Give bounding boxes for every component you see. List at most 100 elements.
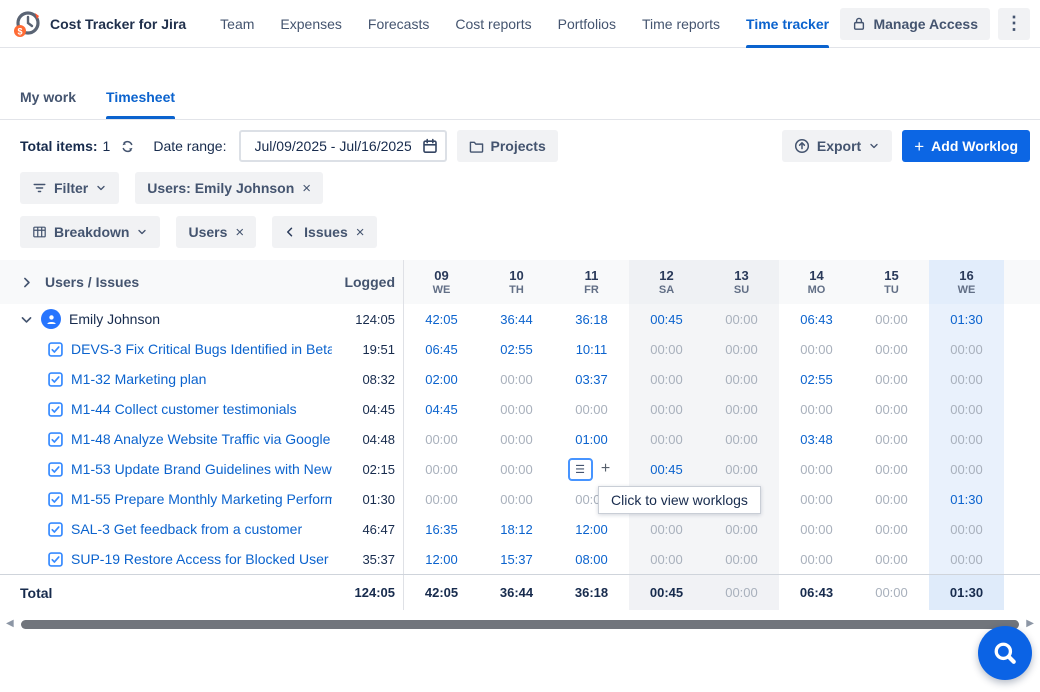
top-nav-right: Manage Access ⋮ — [840, 8, 1030, 40]
help-search-fab[interactable] — [978, 626, 1032, 680]
time-value[interactable]: 36:44 — [500, 312, 533, 327]
add-worklog-button[interactable]: + Add Worklog — [902, 130, 1030, 162]
user-avatar — [41, 309, 61, 329]
time-value[interactable]: 08:00 — [575, 552, 608, 567]
close-icon[interactable]: × — [235, 225, 244, 240]
view-worklogs-button[interactable]: ☰ — [568, 458, 593, 481]
time-value[interactable]: 42:05 — [425, 312, 458, 327]
nav-item-cost-reports[interactable]: Cost reports — [455, 0, 531, 48]
refresh-icon[interactable] — [120, 139, 135, 154]
time-value[interactable]: 02:55 — [800, 372, 833, 387]
total-time-cell: 00:00 — [704, 575, 779, 610]
nav-item-portfolios[interactable]: Portfolios — [558, 0, 616, 48]
breakdown-chip-users[interactable]: Users × — [176, 216, 256, 248]
nav-item-time-reports[interactable]: Time reports — [642, 0, 720, 48]
nav-item-time-tracker[interactable]: Time tracker — [746, 0, 829, 48]
brand: $ Cost Tracker for Jira — [12, 9, 186, 39]
chevron-right-icon[interactable] — [20, 276, 33, 289]
breakdown-button[interactable]: Breakdown — [20, 216, 160, 248]
projects-button[interactable]: Projects — [457, 130, 558, 162]
scrollbar-thumb[interactable] — [21, 620, 1020, 629]
time-value[interactable]: 02:55 — [500, 342, 533, 357]
date-range-input[interactable] — [239, 130, 447, 162]
time-cell: 00:00 — [629, 424, 704, 454]
issue-link[interactable]: M1-44 Collect customer testimonials — [71, 401, 297, 417]
issue-row: M1-53 Update Brand Guidelines with New V… — [0, 454, 1040, 484]
time-value: 00:00 — [800, 342, 833, 357]
total-time-value: 00:00 — [725, 585, 758, 600]
scroll-right-icon[interactable]: ▶ — [1026, 619, 1034, 629]
manage-access-button[interactable]: Manage Access — [840, 8, 990, 40]
scrollbar-track[interactable] — [21, 620, 1020, 629]
nav-item-forecasts[interactable]: Forecasts — [368, 0, 429, 48]
tab-my-work[interactable]: My work — [20, 89, 76, 119]
issue-link[interactable]: M1-32 Marketing plan — [71, 371, 206, 387]
total-items: Total items: 1 — [20, 138, 110, 154]
time-value[interactable]: 15:37 — [500, 552, 533, 567]
date-range-label: Date range: — [153, 138, 226, 154]
task-checkbox-icon — [48, 432, 63, 447]
time-cell: 00:00 — [629, 334, 704, 364]
issue-link[interactable]: SUP-19 Restore Access for Blocked User — [71, 551, 329, 567]
time-value[interactable]: 03:48 — [800, 432, 833, 447]
time-value[interactable]: 01:00 — [575, 432, 608, 447]
scroll-left-icon[interactable]: ◀ — [6, 619, 14, 629]
nav-item-team[interactable]: Team — [220, 0, 254, 48]
time-value[interactable]: 06:45 — [425, 342, 458, 357]
issue-link[interactable]: M1-55 Prepare Monthly Marketing Performa… — [71, 491, 332, 507]
breakdown-chip-issues[interactable]: Issues × — [272, 216, 376, 248]
issue-link[interactable]: SAL-3 Get feedback from a customer — [71, 521, 302, 537]
day-column-header[interactable]: 09WE — [404, 260, 479, 304]
calendar-icon[interactable] — [422, 138, 438, 154]
filter-chip-users[interactable]: Users: Emily Johnson × — [135, 172, 323, 204]
total-label: Total — [0, 575, 332, 610]
time-value: 00:00 — [950, 462, 983, 477]
time-cell: 00:00 — [629, 514, 704, 544]
manage-access-label: Manage Access — [873, 16, 978, 32]
export-button[interactable]: Export — [782, 130, 892, 162]
add-worklog-cell-button[interactable]: + — [596, 458, 616, 481]
time-cell: 15:37 — [479, 544, 554, 574]
issue-link[interactable]: M1-48 Analyze Website Traffic via Google… — [71, 431, 332, 447]
close-icon[interactable]: × — [302, 181, 311, 196]
app-logo: $ — [12, 9, 42, 39]
time-cell: 12:00 — [554, 514, 629, 544]
day-column-header[interactable]: 12SA — [629, 260, 704, 304]
time-value[interactable]: 00:45 — [650, 462, 683, 477]
day-column-header[interactable]: 10TH — [479, 260, 554, 304]
tab-timesheet[interactable]: Timesheet — [106, 89, 175, 119]
time-cell: 00:00 — [854, 454, 929, 484]
kebab-menu-button[interactable]: ⋮ — [998, 8, 1030, 40]
time-value[interactable]: 12:00 — [425, 552, 458, 567]
time-value[interactable]: 36:18 — [575, 312, 608, 327]
issue-link[interactable]: DEVS-3 Fix Critical Bugs Identified in B… — [71, 341, 332, 357]
time-value[interactable]: 06:43 — [800, 312, 833, 327]
breakdown-chip-label: Issues — [304, 224, 348, 240]
chevron-down-icon[interactable] — [20, 313, 33, 326]
issue-link[interactable]: M1-53 Update Brand Guidelines with New V… — [71, 461, 332, 477]
day-column-header[interactable]: 14MO — [779, 260, 854, 304]
day-column-header[interactable]: 13SU — [704, 260, 779, 304]
time-cell: 42:05 — [404, 304, 479, 334]
time-value[interactable]: 00:45 — [650, 312, 683, 327]
time-value[interactable]: 18:12 — [500, 522, 533, 537]
close-icon[interactable]: × — [356, 225, 365, 240]
chevron-left-icon[interactable] — [284, 226, 296, 238]
time-value[interactable]: 04:45 — [425, 402, 458, 417]
day-column-header[interactable]: 15TU — [854, 260, 929, 304]
day-column-header[interactable]: 16WE — [929, 260, 1004, 304]
time-value[interactable]: 02:00 — [425, 372, 458, 387]
time-cell: 00:00 — [854, 484, 929, 514]
time-cell: 00:00 — [854, 304, 929, 334]
nav-item-expenses[interactable]: Expenses — [280, 0, 341, 48]
filter-button[interactable]: Filter — [20, 172, 119, 204]
total-time-value: 42:05 — [425, 585, 458, 600]
time-value[interactable]: 03:37 — [575, 372, 608, 387]
day-of-week: SA — [659, 284, 674, 296]
time-value[interactable]: 12:00 — [575, 522, 608, 537]
time-value[interactable]: 10:11 — [576, 342, 608, 357]
day-column-header[interactable]: 11FR — [554, 260, 629, 304]
time-value[interactable]: 01:30 — [950, 312, 983, 327]
time-value[interactable]: 16:35 — [425, 522, 458, 537]
time-value[interactable]: 01:30 — [950, 492, 983, 507]
